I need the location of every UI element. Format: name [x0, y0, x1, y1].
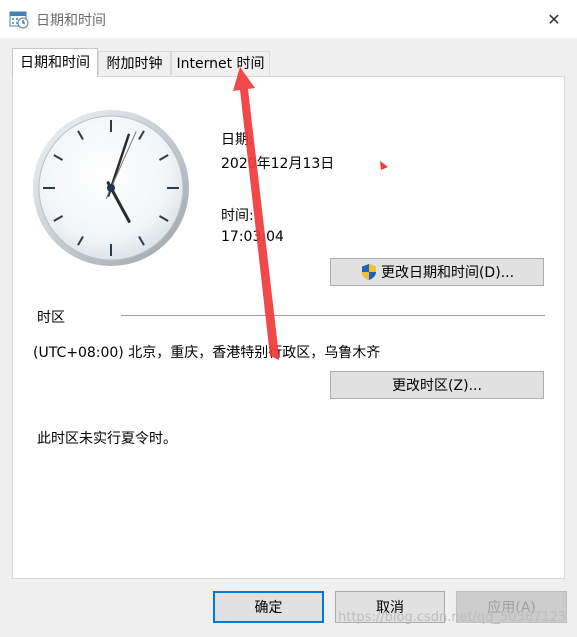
date-time-app-icon	[9, 9, 29, 29]
timezone-value: (UTC+08:00) 北京，重庆，香港特别行政区，乌鲁木齐	[33, 345, 381, 361]
ok-button[interactable]: 确定	[213, 591, 324, 623]
clock-center-pin	[107, 184, 115, 192]
dst-note: 此时区未实行夏令时。	[37, 431, 177, 447]
analog-clock	[33, 110, 189, 266]
window-title: 日期和时间	[36, 13, 106, 29]
close-button[interactable]: ✕	[531, 0, 577, 38]
time-value: 17:03:04	[221, 229, 284, 245]
tab-additional-clocks[interactable]: 附加时钟	[98, 51, 171, 75]
tab-date-time[interactable]: 日期和时间	[12, 48, 98, 77]
time-label: 时间:	[221, 208, 254, 224]
date-value: 2020年12月13日	[221, 156, 335, 172]
timezone-heading: 时区	[37, 310, 65, 326]
watermark: https://blog.csdn.net/qq_50367123	[338, 610, 567, 625]
change-date-time-label: 更改日期和时间(D)...	[380, 265, 515, 281]
close-icon: ✕	[547, 9, 561, 29]
uac-shield-icon	[361, 264, 376, 280]
tab-internet-time[interactable]: Internet 时间	[171, 51, 270, 75]
change-date-time-button[interactable]: 更改日期和时间(D)...	[330, 258, 544, 286]
title-bar: 日期和时间 ✕	[0, 0, 577, 38]
change-timezone-button[interactable]: 更改时区(Z)...	[330, 371, 544, 399]
timezone-divider	[121, 315, 545, 316]
date-label: 日期:	[221, 132, 254, 148]
